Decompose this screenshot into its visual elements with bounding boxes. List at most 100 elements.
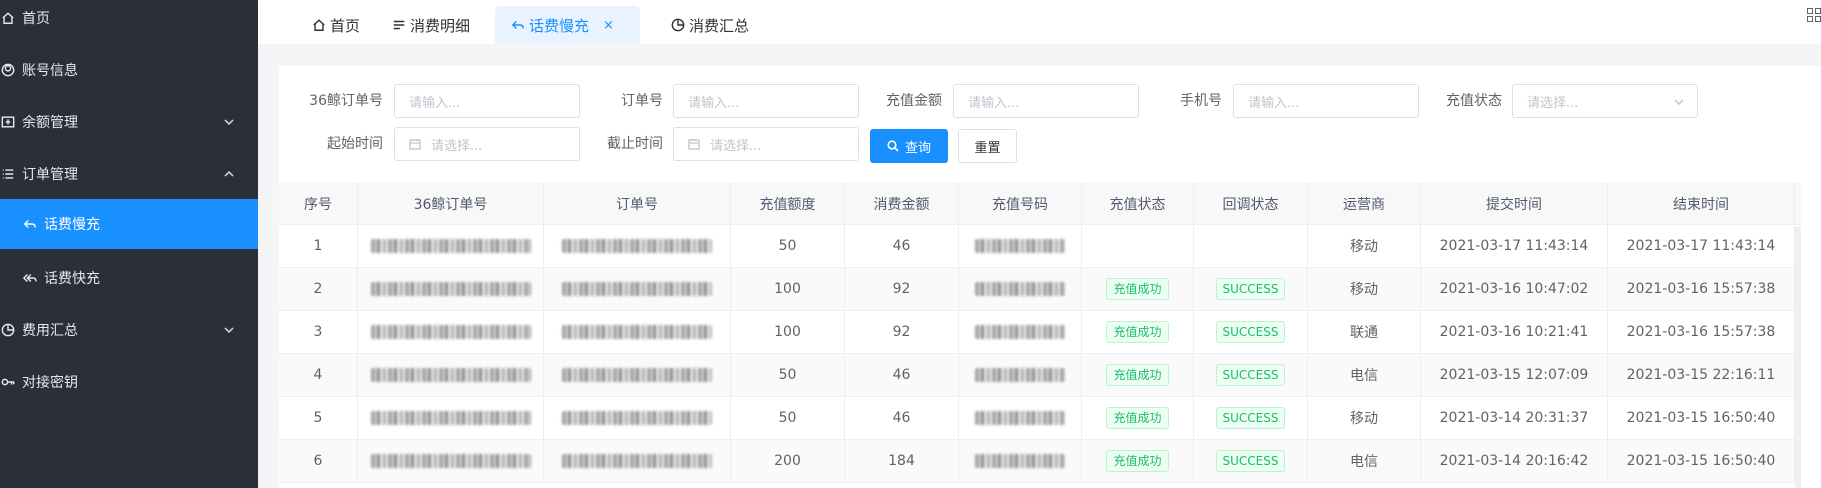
sidebar-item-orders[interactable]: 订单管理 — [0, 149, 258, 199]
sidebar-item-label: 订单管理 — [22, 167, 78, 183]
chevron-down-icon — [222, 323, 236, 337]
tab-label: 消费汇总 — [689, 16, 750, 35]
cell-text: 92 — [892, 324, 911, 340]
phone-label: 手机号 — [1180, 93, 1222, 109]
cell-text: 移动 — [1350, 282, 1378, 298]
redacted-text — [370, 282, 531, 296]
tab-home[interactable]: 首页 — [296, 6, 376, 44]
table-row[interactable]: 2 100 92 充值成功 SUCCESS 移动 2021-03-16 10:47:02 20… — [279, 268, 1801, 311]
sidebar-item-label: 话费快充 — [44, 271, 100, 287]
search-button-label: 查询 — [904, 140, 931, 156]
redacted-cell — [544, 440, 731, 482]
cell-cost: 46 — [845, 354, 959, 396]
order36-label: 36鲸订单号 — [309, 93, 383, 109]
key-icon — [0, 374, 16, 390]
col-header-status: 充值状态 — [1082, 183, 1194, 224]
table-row[interactable]: 4 50 46 充值成功 SUCCESS 电信 2021-03-15 12:07:09 202… — [279, 354, 1801, 397]
table-header-row: 序号 36鲸订单号 订单号 充值额度 消费金额 充值号码 充值状态 回调状态 运… — [279, 183, 1801, 225]
table-row[interactable]: 1 50 46 移动 2021-03-17 11:43:14 2021-03-17 11:… — [279, 225, 1801, 268]
order36-input[interactable]: 请输入... — [394, 84, 580, 118]
sidebar-item-home[interactable]: 首页 — [0, 0, 258, 43]
user-icon — [0, 62, 16, 78]
placeholder: 请输入... — [688, 95, 740, 111]
calendar-icon — [688, 138, 700, 150]
sidebar-item-balance[interactable]: 余额管理 — [0, 97, 258, 147]
search-button[interactable]: 查询 — [870, 129, 948, 163]
redacted-text — [562, 411, 712, 425]
cell-text: 联通 — [1350, 325, 1378, 341]
cell-callback: SUCCESS — [1194, 440, 1308, 482]
table-row[interactable]: 3 100 92 充值成功 SUCCESS 联通 2021-03-16 10:21:41 20… — [279, 311, 1801, 354]
sidebar-item-label: 账号信息 — [22, 63, 78, 79]
tab-consumption-detail[interactable]: 消费明细 — [376, 6, 486, 44]
cell-text: 46 — [892, 410, 911, 426]
close-icon[interactable]: × — [603, 18, 614, 33]
cell-text: 50 — [778, 238, 797, 254]
chevron-down-icon — [1673, 96, 1685, 108]
cell-carrier: 移动 — [1308, 268, 1421, 310]
cell-status: 充值成功 — [1082, 354, 1194, 396]
redacted-text — [562, 239, 712, 253]
cell-end: 2021-03-15 16:50:40 — [1608, 440, 1795, 482]
redacted-text — [370, 368, 531, 382]
end-time-picker[interactable]: 请选择... — [673, 127, 859, 161]
cell-status — [1082, 225, 1194, 267]
table-scrollbar[interactable] — [1795, 227, 1801, 488]
cell-end: 2021-03-16 15:57:38 — [1608, 311, 1795, 353]
col-header-submit-time: 提交时间 — [1421, 183, 1608, 224]
sidebar-item-fee-summary[interactable]: 费用汇总 — [0, 305, 258, 355]
redacted-text — [975, 325, 1065, 339]
cell-status: 充值成功 — [1082, 311, 1194, 353]
phone-input[interactable]: 请输入... — [1233, 84, 1419, 118]
sidebar-item-api-key[interactable]: 对接密钥 — [0, 357, 258, 407]
cell-text: 3 — [313, 324, 323, 340]
cell-text: 2021-03-17 11:43:14 — [1439, 238, 1589, 254]
table-row[interactable]: 5 50 46 充值成功 SUCCESS 移动 2021-03-14 20:31:37 202… — [279, 397, 1801, 440]
list-icon — [393, 20, 405, 30]
tab-label: 话费慢充 — [529, 16, 590, 35]
cell-submit: 2021-03-14 20:31:37 — [1421, 397, 1608, 439]
table-row[interactable]: 6 200 184 充值成功 SUCCESS 电信 2021-03-14 20:16:42 2… — [279, 440, 1801, 483]
cell-text: 100 — [774, 324, 801, 340]
status-select[interactable]: 请选择... — [1512, 84, 1698, 118]
cell-submit: 2021-03-16 10:47:02 — [1421, 268, 1608, 310]
reset-button[interactable]: 重置 — [958, 129, 1017, 163]
col-header-order36: 36鲸订单号 — [358, 183, 544, 224]
cell-status: 充值成功 — [1082, 397, 1194, 439]
cell-text: 2021-03-16 15:57:38 — [1626, 281, 1776, 297]
cell-text: 184 — [888, 453, 915, 469]
cell-text: 2021-03-16 15:57:38 — [1626, 324, 1776, 340]
status-badge: SUCCESS — [1215, 364, 1286, 386]
sidebar-item-label: 话费慢充 — [44, 217, 100, 233]
start-time-picker[interactable]: 请选择... — [394, 127, 580, 161]
placeholder: 请选择... — [1527, 95, 1579, 111]
col-header-cost: 消费金额 — [845, 183, 959, 224]
grid-icon[interactable] — [1807, 8, 1821, 22]
tab-consumption-summary[interactable]: 消费汇总 — [655, 6, 765, 44]
redacted-text — [562, 368, 712, 382]
cell-callback: SUCCESS — [1194, 268, 1308, 310]
cell-quota: 100 — [731, 311, 845, 353]
cell-callback: SUCCESS — [1194, 354, 1308, 396]
cell-no: 6 — [279, 440, 358, 482]
reply-all-icon — [22, 270, 38, 286]
cell-end: 2021-03-15 16:50:40 — [1608, 397, 1795, 439]
amount-input[interactable]: 请输入... — [953, 84, 1139, 118]
sidebar-item-account[interactable]: 账号信息 — [0, 45, 258, 95]
search-icon — [887, 140, 899, 152]
cell-text: 电信 — [1350, 368, 1378, 384]
cell-end: 2021-03-15 22:16:11 — [1608, 354, 1795, 396]
reply-icon — [511, 21, 524, 29]
redacted-text — [370, 454, 531, 468]
wallet-icon — [0, 114, 16, 130]
redacted-text — [562, 282, 712, 296]
status-badge: 充值成功 — [1106, 364, 1169, 386]
amount-label: 充值金额 — [886, 93, 942, 109]
sidebar-item-fast-recharge[interactable]: 话费快充 — [0, 253, 258, 303]
cell-submit: 2021-03-15 12:07:09 — [1421, 354, 1608, 396]
col-header-phone: 充值号码 — [959, 183, 1082, 224]
cell-text: 46 — [892, 367, 911, 383]
tab-slow-recharge[interactable]: 话费慢充 × — [495, 6, 640, 44]
sidebar-item-slow-recharge[interactable]: 话费慢充 — [0, 199, 258, 249]
order-input[interactable]: 请输入... — [673, 84, 859, 118]
